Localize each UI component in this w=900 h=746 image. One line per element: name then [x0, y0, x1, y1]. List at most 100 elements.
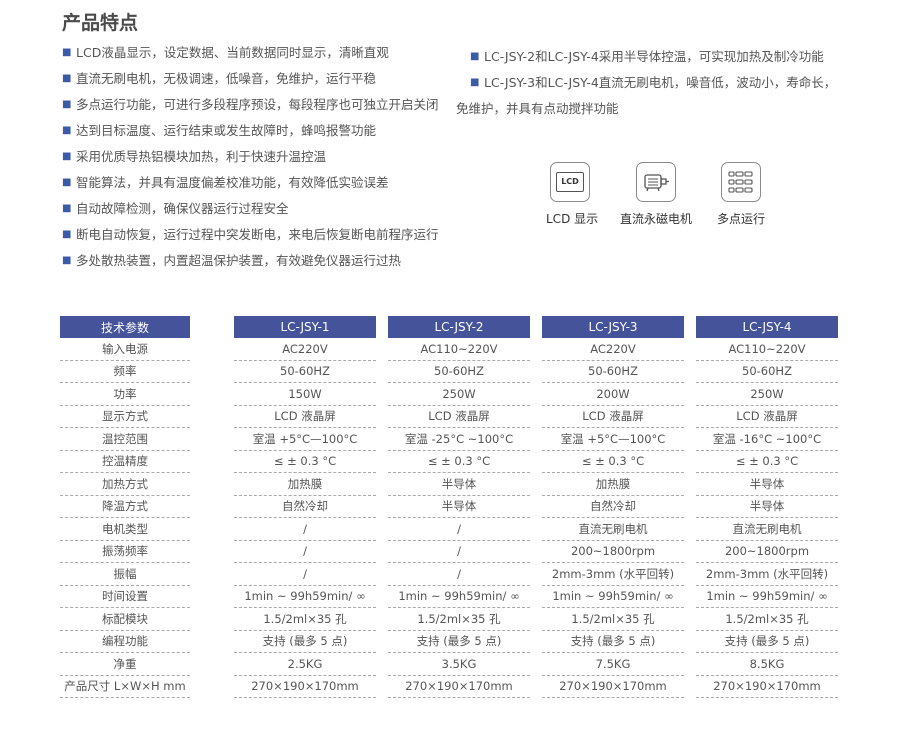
value-cell: 1min ~ 99h59min/ ∞ [696, 586, 838, 608]
value-cell: 50-60HZ [388, 361, 530, 383]
value-cell: 支持 (最多 5 点) [696, 631, 838, 653]
value-cell: 1.5/2ml×35 孔 [234, 608, 376, 631]
value-cell: 加热膜 [542, 473, 684, 496]
param-cell: 功率 [60, 383, 190, 406]
param-cell: 显示方式 [60, 406, 190, 428]
feature-item: ■ 智能算法，并具有温度偏差校准功能，有效降低实验误差 [62, 175, 389, 190]
bullet-icon: ■ [62, 125, 72, 136]
features-list-right: ■ LC-JSY-2和LC-JSY-4采用半导体控温，可实现加热及制冷功能 ■ LC… [456, 44, 836, 122]
table-row: 降温方式 自然冷却 半导体 自然冷却 半导体 [60, 496, 838, 518]
feature-item: ■ 直流无刷电机，无极调速，低噪音，免维护，运行平稳 [62, 71, 377, 86]
table-row: 时间设置 1min ~ 99h59min/ ∞ 1min ~ 99h59min/ ∞… [60, 586, 838, 608]
value-cell: 半导体 [696, 496, 838, 518]
value-cell: ≤ ± 0.3 °C [542, 451, 684, 473]
value-cell: / [234, 541, 376, 563]
param-cell: 振荡频率 [60, 541, 190, 563]
value-cell: AC220V [542, 338, 684, 361]
feature-item: ■ 采用优质导热铝模块加热，利于快速升温控温 [62, 149, 327, 164]
feature-icon-motor: 直流永磁电机 [616, 162, 696, 227]
feature-item: ■ 达到目标温度、运行结束或发生故障时，蜂鸣报警功能 [62, 123, 377, 138]
value-cell: LCD 液晶屏 [234, 406, 376, 428]
value-cell: 200W [542, 383, 684, 406]
value-cell: 50-60HZ [696, 361, 838, 383]
param-cell: 编程功能 [60, 631, 190, 653]
value-cell: / [388, 563, 530, 586]
value-cell: 室温 -25°C ~100°C [388, 428, 530, 451]
value-cell: 2mm-3mm (水平回转) [696, 563, 838, 586]
header-model: LC-JSY-2 [388, 316, 530, 338]
param-cell: 时间设置 [60, 586, 190, 608]
table-row: 频率 50-60HZ 50-60HZ 50-60HZ 50-60HZ [60, 361, 838, 383]
param-cell: 降温方式 [60, 496, 190, 518]
value-cell: 直流无刷电机 [542, 518, 684, 541]
value-cell: 室温 +5°C—100°C [234, 428, 376, 451]
param-cell: 电机类型 [60, 518, 190, 541]
bullet-icon: ■ [470, 51, 480, 62]
bullet-icon: ■ [62, 47, 72, 58]
multi-point-icon [721, 162, 761, 202]
table-row: 温控范围 室温 +5°C—100°C 室温 -25°C ~100°C 室温 +5°C—… [60, 428, 838, 451]
param-cell: 加热方式 [60, 473, 190, 496]
value-cell: 2.5KG [234, 653, 376, 676]
param-cell: 频率 [60, 361, 190, 383]
value-cell: 支持 (最多 5 点) [388, 631, 530, 653]
table-row: 产品尺寸 L×W×H mm 270×190×170mm 270×190×170mm 2… [60, 676, 838, 698]
param-cell: 标配模块 [60, 608, 190, 631]
value-cell: 半导体 [388, 473, 530, 496]
value-cell: 室温 +5°C—100°C [542, 428, 684, 451]
section-title: 产品特点 [62, 12, 139, 34]
value-cell: 200~1800rpm [696, 541, 838, 563]
param-cell: 振幅 [60, 563, 190, 586]
bullet-icon: ■ [470, 77, 480, 88]
value-cell: ≤ ± 0.3 °C [696, 451, 838, 473]
value-cell: 3.5KG [388, 653, 530, 676]
value-cell: ≤ ± 0.3 °C [388, 451, 530, 473]
value-cell: 1.5/2ml×35 孔 [542, 608, 684, 631]
value-cell: AC110~220V [388, 338, 530, 361]
value-cell: LCD 液晶屏 [696, 406, 838, 428]
bullet-icon: ■ [62, 229, 72, 240]
value-cell: LCD 液晶屏 [542, 406, 684, 428]
value-cell: 1min ~ 99h59min/ ∞ [542, 586, 684, 608]
table-row: 电机类型 / / 直流无刷电机 直流无刷电机 [60, 518, 838, 541]
param-cell: 输入电源 [60, 338, 190, 361]
feature-item: ■ LC-JSY-2和LC-JSY-4采用半导体控温，可实现加热及制冷功能 [470, 44, 836, 70]
value-cell: 270×190×170mm [234, 676, 376, 698]
bullet-icon: ■ [62, 151, 72, 162]
param-cell: 净重 [60, 653, 190, 676]
value-cell: 加热膜 [234, 473, 376, 496]
value-cell: 支持 (最多 5 点) [542, 631, 684, 653]
value-cell: 自然冷却 [542, 496, 684, 518]
value-cell: 270×190×170mm [388, 676, 530, 698]
value-cell: / [388, 518, 530, 541]
feature-item: ■ 自动故障检测，确保仪器运行过程安全 [62, 201, 289, 216]
value-cell: 自然冷却 [234, 496, 376, 518]
value-cell: 200~1800rpm [542, 541, 684, 563]
value-cell: 270×190×170mm [542, 676, 684, 698]
value-cell: 50-60HZ [234, 361, 376, 383]
table-header-row: 技术参数 LC-JSY-1 LC-JSY-2 LC-JSY-3 LC-JSY-4 [60, 316, 838, 338]
dc-motor-icon [636, 162, 676, 202]
value-cell: 半导体 [696, 473, 838, 496]
table-row: 振荡频率 / / 200~1800rpm 200~1800rpm [60, 541, 838, 563]
value-cell: ≤ ± 0.3 °C [234, 451, 376, 473]
value-cell: 8.5KG [696, 653, 838, 676]
value-cell: 1min ~ 99h59min/ ∞ [234, 586, 376, 608]
feature-item: ■ 断电自动恢复，运行过程中突发断电，来电后恢复断电前程序运行 [62, 227, 439, 242]
param-cell: 温控范围 [60, 428, 190, 451]
value-cell: 250W [388, 383, 530, 406]
value-cell: 270×190×170mm [696, 676, 838, 698]
table-row: 加热方式 加热膜 半导体 加热膜 半导体 [60, 473, 838, 496]
table-row: 振幅 / / 2mm-3mm (水平回转) 2mm-3mm (水平回转) [60, 563, 838, 586]
table-row: 编程功能 支持 (最多 5 点) 支持 (最多 5 点) 支持 (最多 5 点) 支持 … [60, 631, 838, 653]
feature-icon-multipoint: 多点运行 [713, 162, 769, 227]
lcd-display-icon: LCD [550, 162, 590, 202]
table-row: 净重 2.5KG 3.5KG 7.5KG 8.5KG [60, 653, 838, 676]
header-model: LC-JSY-3 [542, 316, 684, 338]
value-cell: 150W [234, 383, 376, 406]
value-cell: 支持 (最多 5 点) [234, 631, 376, 653]
feature-item: ■ 多点运行功能，可进行多段程序预设，每段程序也可独立开启关闭 [62, 97, 439, 112]
value-cell: 2mm-3mm (水平回转) [542, 563, 684, 586]
param-cell: 产品尺寸 L×W×H mm [60, 676, 190, 698]
value-cell: 250W [696, 383, 838, 406]
